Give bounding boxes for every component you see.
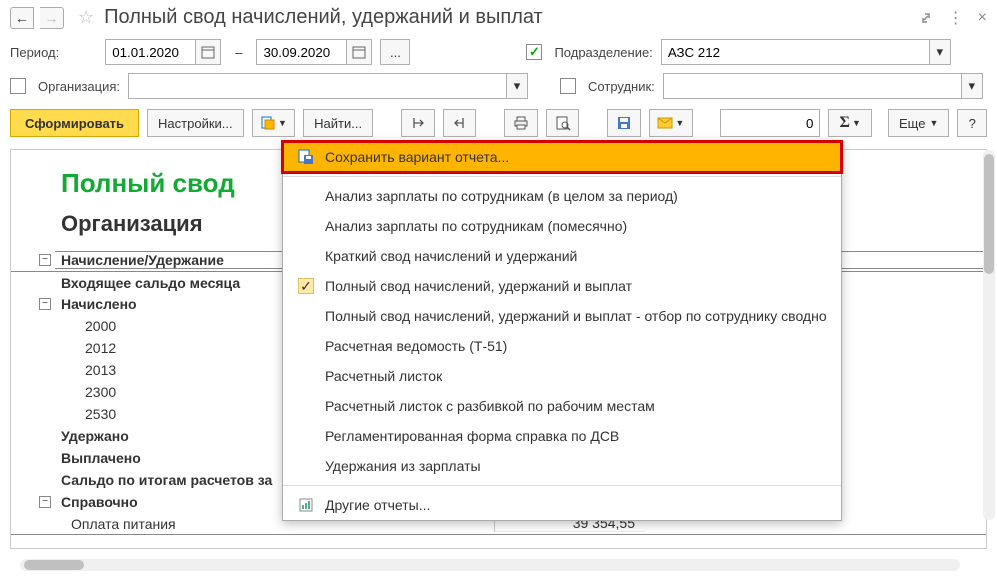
collapse-all-icon[interactable] (443, 109, 477, 137)
page-title: Полный свод начислений, удержаний и выпл… (104, 6, 912, 29)
dropdown-item-label: Полный свод начислений, удержаний и выпл… (325, 278, 632, 294)
dropdown-item-label: Другие отчеты... (325, 497, 430, 513)
vertical-scrollbar[interactable] (983, 150, 995, 520)
employee-label: Сотрудник: (588, 79, 655, 94)
dropdown-item-label: Расчетная ведомость (Т-51) (325, 338, 507, 354)
organization-input[interactable] (128, 73, 506, 99)
dropdown-variant-item[interactable]: Расчетная ведомость (Т-51) (283, 331, 841, 361)
period-from-calendar-icon[interactable] (195, 39, 221, 65)
employee-input[interactable] (663, 73, 961, 99)
more-button[interactable]: Еще ▼ (888, 109, 949, 137)
find-button[interactable]: Найти... (303, 109, 373, 137)
organization-label: Организация: (38, 79, 120, 94)
dropdown-item-label: Сохранить вариант отчета... (325, 149, 509, 165)
period-to-input[interactable] (256, 39, 346, 65)
dropdown-save-variant[interactable]: Сохранить вариант отчета... (283, 142, 841, 172)
nav-forward-button[interactable]: → (40, 7, 64, 29)
subdivision-checkbox[interactable]: ✓ (526, 44, 542, 60)
save-icon[interactable] (607, 109, 641, 137)
tree-toggle-root[interactable]: − (39, 254, 51, 266)
period-to-calendar-icon[interactable] (346, 39, 372, 65)
dropdown-item-label: Удержания из зарплаты (325, 458, 481, 474)
expand-all-icon[interactable] (401, 109, 435, 137)
nav-back-button[interactable]: ← (10, 7, 34, 29)
email-dropdown-icon[interactable]: ▼ (649, 109, 693, 137)
sum-dropdown-icon[interactable]: Σ ▼ (828, 109, 872, 137)
other-reports-icon (297, 497, 315, 513)
dropdown-variant-item[interactable]: Анализ зарплаты по сотрудникам (помесячн… (283, 211, 841, 241)
tree-toggle[interactable]: − (39, 496, 51, 508)
favorite-star-icon[interactable]: ☆ (78, 7, 94, 28)
period-picker-button[interactable]: ... (380, 39, 410, 65)
dropdown-variant-item[interactable]: Расчетный листок с разбивкой по рабочим … (283, 391, 841, 421)
dropdown-item-label: Анализ зарплаты по сотрудникам (в целом … (325, 188, 678, 204)
dropdown-other-reports[interactable]: Другие отчеты... (283, 490, 841, 520)
dropdown-item-label: Полный свод начислений, удержаний и выпл… (325, 308, 827, 324)
settings-button[interactable]: Настройки... (147, 109, 244, 137)
preview-icon[interactable] (546, 109, 580, 137)
form-button[interactable]: Сформировать (10, 109, 139, 137)
tree-toggle[interactable]: − (39, 298, 51, 310)
close-icon[interactable]: × (978, 9, 987, 27)
dropdown-item-label: Краткий свод начислений и удержаний (325, 248, 577, 264)
dropdown-item-label: Анализ зарплаты по сотрудникам (помесячн… (325, 218, 627, 234)
print-icon[interactable] (504, 109, 538, 137)
subdivision-input[interactable] (661, 39, 929, 65)
number-input[interactable] (720, 109, 820, 137)
dropdown-item-label: Расчетный листок (325, 368, 442, 384)
organization-dropdown-icon[interactable]: ▾ (506, 73, 528, 99)
dropdown-variant-item[interactable]: Полный свод начислений, удержаний и выпл… (283, 301, 841, 331)
link-icon[interactable] (918, 10, 934, 26)
period-label: Период: (10, 45, 59, 60)
period-from-input[interactable] (105, 39, 195, 65)
save-variant-icon (297, 149, 315, 165)
period-separator: – (235, 45, 242, 60)
employee-checkbox[interactable] (560, 78, 576, 94)
dropdown-variant-item[interactable]: Удержания из зарплаты (283, 451, 841, 481)
report-variant-dropdown: Сохранить вариант отчета... Анализ зарпл… (282, 141, 842, 521)
horizontal-scrollbar[interactable] (20, 559, 960, 571)
help-button[interactable]: ? (957, 109, 987, 137)
subdivision-dropdown-icon[interactable]: ▾ (929, 39, 951, 65)
dropdown-variant-item[interactable]: Расчетный листок (283, 361, 841, 391)
organization-checkbox[interactable] (10, 78, 26, 94)
kebab-menu-icon[interactable]: ⋮ (948, 8, 964, 28)
employee-dropdown-icon[interactable]: ▾ (961, 73, 983, 99)
dropdown-item-label: Расчетный листок с разбивкой по рабочим … (325, 398, 655, 414)
dropdown-item-label: Регламентированная форма справка по ДСВ (325, 428, 619, 444)
report-variant-dropdown-button[interactable]: ▼ (252, 109, 296, 137)
dropdown-variant-item[interactable]: Краткий свод начислений и удержаний (283, 241, 841, 271)
check-icon: ✓ (298, 278, 314, 294)
dropdown-variant-item[interactable]: Регламентированная форма справка по ДСВ (283, 421, 841, 451)
dropdown-variant-item[interactable]: Анализ зарплаты по сотрудникам (в целом … (283, 181, 841, 211)
dropdown-variant-item-selected[interactable]: ✓ Полный свод начислений, удержаний и вы… (283, 271, 841, 301)
subdivision-label: Подразделение: (554, 45, 652, 60)
